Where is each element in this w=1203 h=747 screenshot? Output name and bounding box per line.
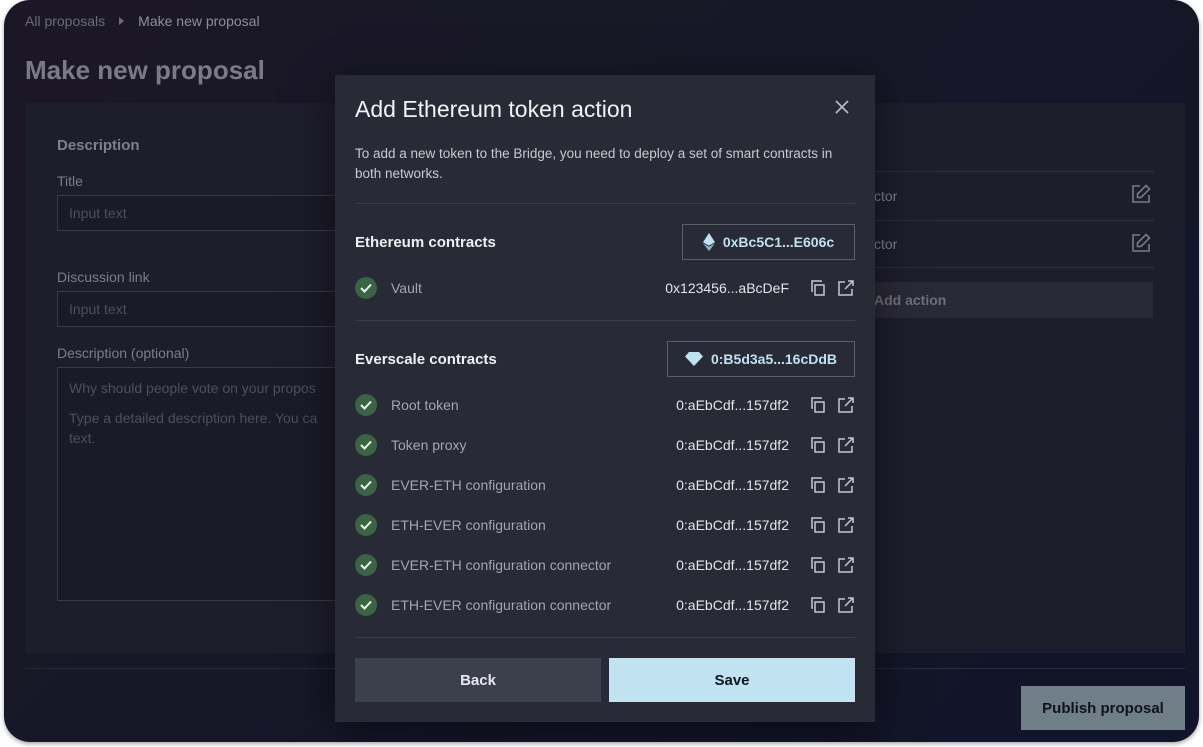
contract-row: Token proxy 0:aEbCdf...157df2 <box>355 431 855 459</box>
external-link-icon[interactable] <box>837 556 855 574</box>
contract-address: 0:aEbCdf...157df2 <box>676 477 789 493</box>
everscale-contracts-heading: Everscale contracts <box>355 351 497 368</box>
external-link-icon[interactable] <box>837 436 855 454</box>
everscale-address: 0:B5d3a5...16cDdB <box>710 351 838 367</box>
everscale-diamond-icon <box>684 352 703 366</box>
check-icon <box>355 434 377 456</box>
ethereum-address: 0xBc5C1...E606c <box>722 234 835 250</box>
title-input[interactable]: Input text <box>57 195 347 231</box>
title-label: Title <box>57 173 83 189</box>
check-icon <box>355 514 377 536</box>
contract-label: Vault <box>391 280 422 296</box>
contract-row: EVER-ETH configuration 0:aEbCdf...157df2 <box>355 471 855 499</box>
external-link-icon[interactable] <box>837 396 855 414</box>
check-icon <box>355 594 377 616</box>
textarea-placeholder-line: text. <box>69 430 96 446</box>
contract-row: ETH-EVER configuration connector 0:aEbCd… <box>355 591 855 619</box>
contract-address: 0x123456...aBcDeF <box>665 280 789 296</box>
add-action-button[interactable]: Add action <box>874 282 1153 318</box>
action-row: ctor <box>874 220 1154 268</box>
ethereum-icon <box>702 233 715 251</box>
contract-address: 0:aEbCdf...157df2 <box>676 597 789 613</box>
modal-description: To add a new token to the Bridge, you ne… <box>355 146 833 181</box>
contract-row: Root token 0:aEbCdf...157df2 <box>355 391 855 419</box>
contract-label: EVER-ETH configuration connector <box>391 557 612 573</box>
copy-icon[interactable] <box>809 596 827 614</box>
breadcrumb-all-proposals[interactable]: All proposals <box>25 13 105 29</box>
publish-proposal-button[interactable]: Publish proposal <box>1021 686 1185 730</box>
contract-label: ETH-EVER configuration <box>391 517 546 533</box>
discussion-link-label: Discussion link <box>57 269 150 285</box>
everscale-address-button[interactable]: 0:B5d3a5...16cDdB <box>667 341 855 377</box>
contract-row: Vault 0x123456...aBcDeF <box>355 274 855 302</box>
contract-label: Root token <box>391 397 459 413</box>
contract-address: 0:aEbCdf...157df2 <box>676 517 789 533</box>
ethereum-contracts-heading: Ethereum contracts <box>355 234 496 251</box>
contract-label: Token proxy <box>391 437 467 453</box>
copy-icon[interactable] <box>809 436 827 454</box>
contract-label: ETH-EVER configuration connector <box>391 597 612 613</box>
check-icon <box>355 474 377 496</box>
copy-icon[interactable] <box>809 476 827 494</box>
action-label: ctor <box>874 236 898 252</box>
ethereum-address-button[interactable]: 0xBc5C1...E606c <box>682 224 855 260</box>
external-link-icon[interactable] <box>837 516 855 534</box>
close-icon[interactable] <box>830 95 854 119</box>
description-textarea[interactable]: Why should people vote on your propos Ty… <box>57 367 347 601</box>
external-link-icon[interactable] <box>837 476 855 494</box>
external-link-icon[interactable] <box>837 596 855 614</box>
description-section-title: Description <box>57 137 140 154</box>
divider <box>355 320 855 321</box>
contract-label: EVER-ETH configuration <box>391 477 546 493</box>
contract-address: 0:aEbCdf...157df2 <box>676 557 789 573</box>
check-icon <box>355 394 377 416</box>
chevron-right-icon <box>119 17 125 25</box>
app-window: All proposals Make new proposal Make new… <box>4 0 1199 742</box>
check-icon <box>355 277 377 299</box>
back-button[interactable]: Back <box>355 658 601 702</box>
copy-icon[interactable] <box>809 516 827 534</box>
breadcrumb: All proposals Make new proposal <box>25 13 260 29</box>
action-label: ctor <box>874 187 898 204</box>
divider <box>355 203 855 204</box>
contract-row: EVER-ETH configuration connector 0:aEbCd… <box>355 551 855 579</box>
page-title: Make new proposal <box>25 55 265 85</box>
modal-title: Add Ethereum token action <box>355 96 633 122</box>
external-link-icon[interactable] <box>837 279 855 297</box>
contract-row: ETH-EVER configuration 0:aEbCdf...157df2 <box>355 511 855 539</box>
save-button[interactable]: Save <box>609 658 855 702</box>
copy-icon[interactable] <box>809 279 827 297</box>
edit-icon[interactable] <box>1130 183 1152 208</box>
check-icon <box>355 554 377 576</box>
breadcrumb-current: Make new proposal <box>138 13 260 29</box>
edit-icon[interactable] <box>1130 232 1152 257</box>
copy-icon[interactable] <box>809 556 827 574</box>
add-ethereum-token-modal: Add Ethereum token action To add a new t… <box>335 75 875 722</box>
textarea-placeholder-line: Type a detailed description here. You ca <box>69 410 318 426</box>
description-optional-label: Description (optional) <box>57 345 190 361</box>
contract-address: 0:aEbCdf...157df2 <box>676 437 789 453</box>
discussion-link-input[interactable]: Input text <box>57 291 347 327</box>
divider <box>355 637 855 638</box>
contract-address: 0:aEbCdf...157df2 <box>676 397 789 413</box>
copy-icon[interactable] <box>809 396 827 414</box>
action-row: ctor <box>874 171 1154 219</box>
textarea-placeholder-line: Why should people vote on your propos <box>69 380 316 396</box>
